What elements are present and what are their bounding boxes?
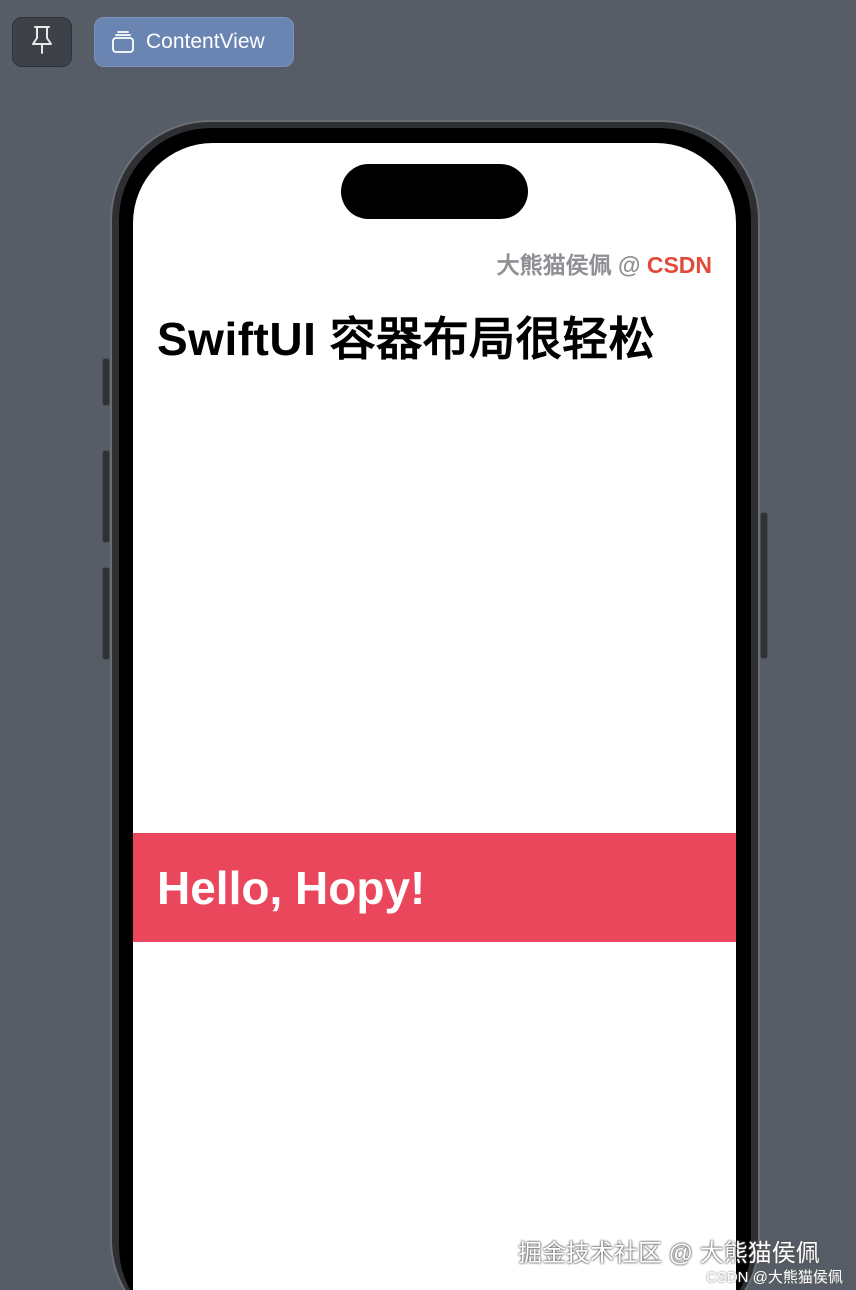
stacked-layers-icon (110, 29, 136, 55)
dynamic-island (341, 164, 528, 219)
volume-down-button (102, 567, 110, 660)
volume-up-button (102, 450, 110, 543)
preview-contentview-button[interactable]: ContentView (94, 17, 294, 67)
credit-site: CSDN (646, 252, 712, 278)
pin-preview-button[interactable] (12, 17, 72, 67)
xcode-preview-canvas: ContentView 大熊猫侯佩 @ CSDN SwiftUI 容器布局很轻松… (0, 0, 856, 1290)
preview-label: ContentView (146, 30, 265, 53)
watermark-primary: 掘金技术社区 @ 大熊猫侯佩 (518, 1240, 820, 1267)
watermark-secondary: CSDN @大熊猫侯佩 (706, 1269, 843, 1286)
power-button (760, 512, 768, 659)
credit-author: 大熊猫侯佩 @ (496, 252, 647, 278)
page-title: SwiftUI 容器布局很轻松 (157, 313, 656, 365)
author-credit: 大熊猫侯佩 @ CSDN (497, 246, 712, 280)
pin-icon (30, 25, 54, 60)
hello-banner: Hello, Hopy! (133, 833, 736, 942)
phone-screen: 大熊猫侯佩 @ CSDN SwiftUI 容器布局很轻松 Hello, Hopy… (133, 143, 736, 1290)
action-button (102, 358, 110, 406)
banner-text: Hello, Hopy! (157, 861, 426, 914)
